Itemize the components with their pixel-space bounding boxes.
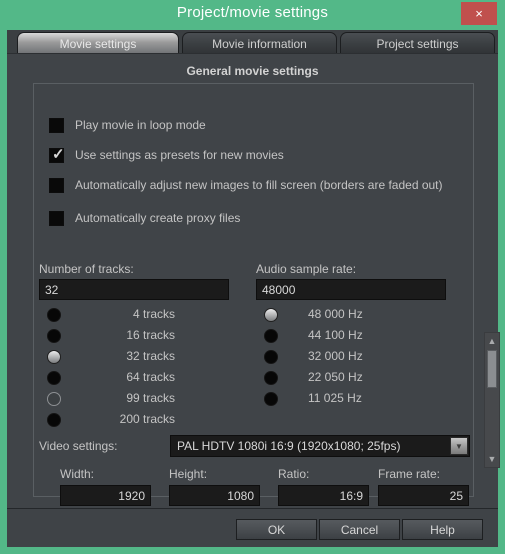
radio-row-tracks-99[interactable]: 99 tracks <box>47 390 227 409</box>
checkbox-loop-mode[interactable] <box>49 118 64 133</box>
radio-label-tracks-99: 99 tracks <box>126 391 175 405</box>
tab-project-settings[interactable]: Project settings <box>340 32 495 54</box>
input-ratio[interactable]: 16:9 <box>278 485 369 506</box>
select-video-settings-value: PAL HDTV 1080i 16:9 (1920x1080; 25fps) <box>177 439 401 453</box>
radio-label-rate-44100: 44 100 Hz <box>308 328 363 342</box>
label-video-settings: Video settings: <box>39 439 118 453</box>
checkbox-label-presets: Use settings as presets for new movies <box>75 148 284 162</box>
radio-row-tracks-32[interactable]: 32 tracks <box>47 348 227 367</box>
checkbox-presets[interactable]: ✓ <box>49 146 65 163</box>
label-frame-rate: Frame rate: <box>378 467 441 481</box>
radio-label-rate-22050: 22 050 Hz <box>308 370 363 384</box>
radio-rate-32000[interactable] <box>264 350 278 364</box>
input-audio-sample-rate[interactable]: 48000 <box>256 279 446 300</box>
checkbox-label-proxy-files: Automatically create proxy files <box>75 211 241 225</box>
project-movie-settings-dialog: Project/movie settings × Movie settings … <box>0 0 505 554</box>
checkbox-label-fill-screen: Automatically adjust new images to fill … <box>75 178 443 192</box>
radio-rate-11025[interactable] <box>264 392 278 406</box>
tab-strip: Movie settings Movie information Project… <box>7 30 498 54</box>
label-ratio: Ratio: <box>278 467 310 481</box>
radio-row-rate-22050[interactable]: 22 050 Hz <box>264 369 444 388</box>
check-icon: ✓ <box>52 146 65 163</box>
input-width[interactable]: 1920 <box>60 485 151 506</box>
chevron-down-icon[interactable]: ▼ <box>450 437 468 455</box>
radio-label-rate-48000: 48 000 Hz <box>308 307 363 321</box>
ok-button[interactable]: OK <box>236 519 317 540</box>
help-button[interactable]: Help <box>402 519 483 540</box>
checkbox-proxy-files[interactable] <box>49 211 64 226</box>
input-frame-rate[interactable]: 25 <box>378 485 469 506</box>
dialog-footer: OK Cancel Help <box>7 508 498 547</box>
radio-label-tracks-200: 200 tracks <box>119 412 175 426</box>
scrollbar-thumb[interactable] <box>487 350 497 388</box>
title-bar: Project/movie settings × <box>0 0 505 30</box>
radio-row-rate-48000[interactable]: 48 000 Hz <box>264 306 444 325</box>
radio-label-tracks-16: 16 tracks <box>126 328 175 342</box>
tab-movie-settings[interactable]: Movie settings <box>17 32 179 54</box>
cancel-button[interactable]: Cancel <box>319 519 400 540</box>
close-icon[interactable]: × <box>461 2 497 25</box>
scroll-up-icon[interactable]: ▲ <box>485 334 499 348</box>
panel-heading: General movie settings <box>186 64 319 78</box>
radio-row-tracks-16[interactable]: 16 tracks <box>47 327 227 346</box>
movie-settings-panel: General movie settings Play movie in loo… <box>7 53 500 508</box>
scroll-down-icon[interactable]: ▼ <box>485 452 499 466</box>
input-height[interactable]: 1080 <box>169 485 260 506</box>
radio-label-tracks-64: 64 tracks <box>126 370 175 384</box>
radio-row-tracks-200[interactable]: 200 tracks <box>47 411 227 430</box>
radio-label-tracks-32: 32 tracks <box>126 349 175 363</box>
radio-row-tracks-64[interactable]: 64 tracks <box>47 369 227 388</box>
checkbox-fill-screen[interactable] <box>49 178 64 193</box>
general-settings-groupbox: Play movie in loop mode ✓ Use settings a… <box>33 83 500 506</box>
radio-label-rate-32000: 32 000 Hz <box>308 349 363 363</box>
select-video-settings[interactable]: PAL HDTV 1080i 16:9 (1920x1080; 25fps) ▼ <box>170 435 470 457</box>
radio-row-tracks-4[interactable]: 4 tracks <box>47 306 227 325</box>
radio-row-rate-11025[interactable]: 11 025 Hz <box>264 390 444 409</box>
sample-rate-scrollbar[interactable]: ▲ ▼ <box>484 332 500 468</box>
radio-row-rate-32000[interactable]: 32 000 Hz <box>264 348 444 367</box>
label-width: Width: <box>60 467 95 481</box>
label-number-of-tracks: Number of tracks: <box>39 262 134 276</box>
checkbox-label-loop-mode: Play movie in loop mode <box>75 118 206 132</box>
radio-label-tracks-4: 4 tracks <box>132 307 175 321</box>
label-height: Height: <box>169 467 208 481</box>
label-audio-sample-rate: Audio sample rate: <box>256 262 357 276</box>
radio-rate-48000[interactable] <box>264 308 278 322</box>
radio-rate-22050[interactable] <box>264 371 278 385</box>
tab-movie-information[interactable]: Movie information <box>182 32 337 54</box>
window-title: Project/movie settings <box>176 4 329 21</box>
radio-row-rate-44100[interactable]: 44 100 Hz <box>264 327 444 346</box>
radio-label-rate-11025: 11 025 Hz <box>308 391 362 405</box>
radio-rate-44100[interactable] <box>264 329 278 343</box>
input-number-of-tracks[interactable]: 32 <box>39 279 229 300</box>
